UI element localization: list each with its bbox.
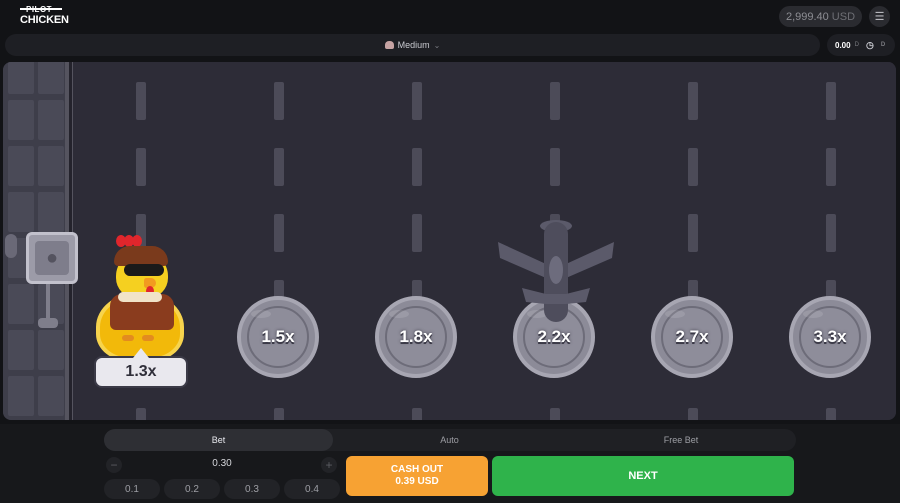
lane-multiplier: 1.5x <box>261 327 295 346</box>
lane-dash <box>274 82 284 120</box>
lane-dash <box>274 408 284 420</box>
preset-button[interactable]: 0.2 <box>164 479 220 499</box>
preset-label: 0.2 <box>185 483 199 495</box>
bet-presets: 0.1 0.2 0.3 0.4 <box>104 479 340 499</box>
game-app: PILOT CHICKEN 2,999.40 USD ☰ Medium ⌄ 0.… <box>0 0 900 503</box>
lane-coin[interactable]: 1.5x <box>237 296 319 378</box>
menu-icon: ☰ <box>874 11 885 23</box>
lane-dash <box>826 82 836 120</box>
balance-amount: 2,999.40 <box>785 10 829 23</box>
chevron-down-icon: ⌄ <box>433 40 441 50</box>
airplane-hazard <box>498 220 614 322</box>
preset-label: 0.1 <box>125 483 139 495</box>
lane-dash <box>826 214 836 252</box>
tab-free-bet[interactable]: Free Bet <box>566 429 796 451</box>
logo-text-bottom: CHICKEN <box>20 14 69 26</box>
lane-dash <box>412 408 422 420</box>
lane-dash <box>688 82 698 120</box>
tab-auto-label: Auto <box>440 435 459 445</box>
lane-dash <box>550 408 560 420</box>
lane-dash <box>688 148 698 186</box>
difficulty-selector[interactable]: Medium ⌄ <box>5 34 820 56</box>
chicken-sign-icon: ● <box>35 241 69 275</box>
lane-dash <box>274 148 284 186</box>
next-label: NEXT <box>628 470 658 482</box>
lane-dash <box>826 148 836 186</box>
lane-dash <box>412 148 422 186</box>
tab-bet-label: Bet <box>211 435 226 445</box>
increase-bet-button[interactable]: + <box>321 457 337 473</box>
lane-dash <box>412 82 422 120</box>
tab-auto[interactable]: Auto <box>335 429 564 451</box>
bet-pill-value: 0.00 <box>835 40 851 50</box>
lane-dash <box>136 148 146 186</box>
lane-dash <box>136 82 146 120</box>
preset-label: 0.3 <box>245 483 259 495</box>
preset-button[interactable]: 0.1 <box>104 479 160 499</box>
chicken-feet <box>122 328 162 341</box>
tab-free-bet-label: Free Bet <box>663 435 699 445</box>
next-button[interactable]: NEXT <box>492 456 794 496</box>
preset-button[interactable]: 0.3 <box>224 479 280 499</box>
top-bar: PILOT CHICKEN 2,999.40 USD ☰ <box>0 0 900 32</box>
chicken-head-icon <box>384 41 394 49</box>
bet-history-pill[interactable]: 0.00 D ◷ D <box>827 34 895 56</box>
jacket-collar <box>118 292 162 302</box>
sign-base <box>38 318 58 328</box>
preset-button[interactable]: 0.4 <box>284 479 340 499</box>
menu-button[interactable]: ☰ <box>869 6 890 27</box>
lane-dash <box>688 214 698 252</box>
lamp-post <box>5 234 17 258</box>
logo-text-top: PILOT <box>26 5 53 14</box>
minus-icon: − <box>110 458 118 472</box>
current-multiplier-value: 1.3x <box>125 363 157 380</box>
lane-coin[interactable]: 3.3x <box>789 296 871 378</box>
sunglasses <box>124 264 164 276</box>
balance-currency: USD <box>831 10 856 23</box>
lane-dash <box>136 408 146 420</box>
bet-amount-input[interactable]: 0.30 <box>202 458 242 469</box>
lane-dash <box>412 214 422 252</box>
lane-multiplier: 3.3x <box>813 327 847 346</box>
lane-dash <box>274 214 284 252</box>
balance-display: 2,999.40 USD <box>779 6 862 27</box>
cash-out-amount: 0.39 USD <box>395 476 439 487</box>
bet-pill-currency: D <box>854 42 859 48</box>
lane-coin[interactable]: 1.8x <box>375 296 457 378</box>
bet-amount-stepper: − 0.30 + <box>104 454 340 476</box>
game-board: ● 1.5x 1.8x 2.2x 2.7x 3.3x 1.3x <box>3 62 896 420</box>
cash-out-label: CASH OUT <box>390 463 444 475</box>
bet-mode-tabs: Bet Auto Free Bet <box>104 429 796 451</box>
pilot-chicken-logo: PILOT CHICKEN <box>20 5 69 27</box>
lane-dash <box>688 408 698 420</box>
chicken-crossing-sign: ● <box>26 232 78 284</box>
cash-out-button[interactable]: CASH OUT 0.39 USD <box>346 456 488 496</box>
history-icon[interactable]: ◷ <box>863 38 877 52</box>
bet-pill-suffix: D <box>880 42 886 48</box>
lane-multiplier: 2.7x <box>675 327 709 346</box>
plane-cockpit <box>549 256 563 284</box>
lane-dash <box>550 148 560 186</box>
tab-bet[interactable]: Bet <box>104 429 333 451</box>
difficulty-label: Medium <box>397 40 430 50</box>
plus-icon: + <box>325 458 333 472</box>
road <box>73 62 896 420</box>
decrease-bet-button[interactable]: − <box>106 457 122 473</box>
chicken-character <box>110 235 174 342</box>
current-multiplier-label: 1.3x <box>94 348 188 388</box>
lane-coin[interactable]: 2.7x <box>651 296 733 378</box>
lane-dash <box>826 408 836 420</box>
preset-label: 0.4 <box>305 483 319 495</box>
lane-dash <box>550 82 560 120</box>
lane-multiplier: 1.8x <box>399 327 433 346</box>
aviator-hat <box>114 246 168 266</box>
